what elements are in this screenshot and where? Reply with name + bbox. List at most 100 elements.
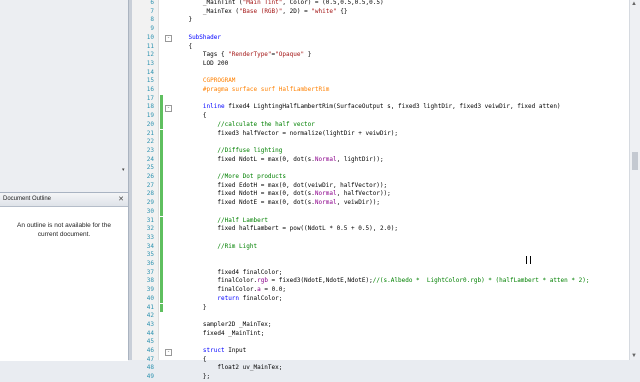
code-line[interactable]: 22 bbox=[132, 138, 630, 147]
document-outline-panel: Document Outline ✕ An outline is not ava… bbox=[0, 192, 128, 361]
fold-toggle-icon[interactable]: - bbox=[165, 348, 172, 356]
code-token: Normal bbox=[314, 190, 337, 198]
change-marker bbox=[160, 155, 163, 165]
code-line[interactable]: 8 } bbox=[132, 16, 630, 25]
change-marker bbox=[160, 277, 163, 287]
fold-toggle-icon[interactable]: - bbox=[165, 104, 172, 112]
code-line[interactable]: 46 - struct Input bbox=[132, 347, 630, 356]
code-token: //Half Lambert bbox=[217, 216, 268, 224]
code-line[interactable]: 30 bbox=[132, 207, 630, 217]
vertical-scrollbar[interactable]: ▲ ▼ bbox=[629, 0, 640, 360]
code-line[interactable]: 36 bbox=[132, 260, 630, 269]
code-token: { bbox=[174, 42, 193, 50]
code-token: , halfVector)); bbox=[336, 190, 391, 198]
code-line[interactable]: 26 //More Dot products bbox=[132, 173, 630, 182]
fold-toggle-icon[interactable]: - bbox=[165, 35, 172, 43]
line-number: 27 bbox=[146, 181, 154, 189]
line-number: 47 bbox=[146, 355, 154, 363]
code-line[interactable]: 10 - SubShader bbox=[132, 34, 630, 43]
scroll-down-icon[interactable]: ▼ bbox=[631, 353, 637, 359]
code-token: inline bbox=[202, 103, 225, 111]
code-line[interactable]: 47 { bbox=[132, 356, 630, 365]
code-line[interactable]: 19 { bbox=[132, 112, 630, 121]
code-line[interactable]: 7 _MainTex ("Base (RGB)", 2D) = "white" … bbox=[132, 8, 630, 17]
code-line[interactable]: 17 bbox=[132, 94, 630, 104]
code-line[interactable]: 15 CGPROGRAM bbox=[132, 77, 630, 86]
code-token: fixed4 finalColor; bbox=[174, 268, 283, 276]
code-text: return finalColor; bbox=[174, 295, 282, 304]
code-line[interactable]: 20 //calculate the half vector bbox=[132, 120, 630, 130]
code-line[interactable]: 34 //Rim Light bbox=[132, 242, 630, 252]
code-token: finalColor; bbox=[239, 294, 283, 302]
line-number: 15 bbox=[146, 77, 154, 85]
code-token: , dot(s. bbox=[286, 199, 315, 207]
code-token: ( bbox=[235, 0, 243, 6]
code-token: Input bbox=[224, 347, 247, 354]
code-line[interactable]: 16 #pragma surface surf HalfLambertRim bbox=[132, 86, 630, 95]
code-line[interactable]: 45 bbox=[132, 338, 630, 347]
code-line[interactable]: 43 sampler2D _MainTex; bbox=[132, 321, 630, 330]
code-text: } bbox=[174, 16, 192, 25]
code-line[interactable]: 39 finalColor.a = 0.0; bbox=[132, 286, 630, 295]
line-number: 18 bbox=[146, 103, 154, 111]
code-text: _MainTint ("Main Tint", Color) = (0.5,0.… bbox=[174, 0, 384, 8]
code-line[interactable]: 48 float2 uv_MainTex; bbox=[132, 364, 630, 373]
scrollbar-thumb[interactable] bbox=[632, 152, 638, 170]
code-line[interactable]: 18 - inline fixed4 LightingHalfLambertRim… bbox=[132, 103, 630, 113]
code-editor[interactable]: 6 _MainTint ("Main Tint", Color) = (0.5,… bbox=[132, 0, 630, 380]
scroll-up-icon[interactable]: ▲ bbox=[631, 1, 637, 7]
code-line[interactable]: 38 finalColor.rgb = fixed3(NdotE,NdotE,N… bbox=[132, 277, 630, 287]
line-number: 10 bbox=[146, 33, 154, 41]
code-line[interactable]: 27 fixed EdotH = max(0, dot(veiwDir, hal… bbox=[132, 181, 630, 191]
code-line[interactable]: 32 fixed halfLambert = pow((NdotL * 0.5 … bbox=[132, 225, 630, 234]
code-text: float2 uv_MainTex; bbox=[174, 364, 282, 373]
code-line[interactable]: 28 fixed NdotH = max(0, dot(s.Normal, ha… bbox=[132, 190, 630, 200]
change-marker bbox=[160, 199, 163, 208]
line-number: 13 bbox=[146, 59, 154, 67]
code-token: } bbox=[174, 16, 193, 24]
code-line[interactable]: 23 //Diffuse lighting bbox=[132, 146, 630, 156]
code-line[interactable]: 44 fixed4 _MainTint; bbox=[132, 330, 630, 339]
panel-collapse-icon[interactable]: ▾ bbox=[122, 168, 127, 173]
code-token: SubShader bbox=[188, 33, 221, 41]
close-icon[interactable]: ✕ bbox=[118, 193, 124, 206]
code-line[interactable]: 37 fixed4 finalColor; bbox=[132, 268, 630, 278]
code-token: { bbox=[174, 355, 207, 363]
code-text-area[interactable]: 6 _MainTint ("Main Tint", Color) = (0.5,… bbox=[132, 0, 630, 380]
line-number: 22 bbox=[146, 138, 154, 146]
code-token: sampler2D _MainTex; bbox=[174, 320, 272, 328]
line-number: 20 bbox=[146, 120, 154, 128]
code-text: fixed3 halfVector = normalize(lightDir +… bbox=[174, 130, 398, 139]
code-line[interactable]: 11 { bbox=[132, 43, 630, 52]
code-line[interactable]: 42 bbox=[132, 312, 630, 321]
code-line[interactable]: 33 bbox=[132, 233, 630, 243]
code-line[interactable]: 21 fixed3 halfVector = normalize(lightDi… bbox=[132, 129, 630, 139]
code-line[interactable]: 40 return finalColor; bbox=[132, 294, 630, 304]
code-token: }; bbox=[174, 373, 211, 381]
line-number: 38 bbox=[146, 277, 154, 285]
code-line[interactable]: 31 //Half Lambert bbox=[132, 216, 630, 226]
code-line[interactable]: 12 Tags { "RenderType"="Opaque" } bbox=[132, 51, 630, 60]
code-line[interactable]: 9 bbox=[132, 25, 630, 34]
code-line[interactable]: 35 bbox=[132, 251, 630, 260]
code-line[interactable]: 13 LOD 200 bbox=[132, 60, 630, 69]
change-marker bbox=[160, 146, 163, 156]
change-marker bbox=[160, 120, 163, 130]
line-number: 11 bbox=[146, 42, 154, 50]
code-line[interactable]: 24 fixed NdotL = max(0, dot(s.Normal, li… bbox=[132, 155, 630, 165]
code-token: } bbox=[174, 303, 207, 311]
code-token: fixed NdotH = max( bbox=[174, 190, 283, 198]
code-token: , lightDir)); bbox=[336, 155, 384, 163]
code-line[interactable]: 6 _MainTint ("Main Tint", Color) = (0.5,… bbox=[132, 0, 630, 8]
change-marker bbox=[160, 138, 163, 147]
code-line[interactable]: 25 bbox=[132, 164, 630, 173]
document-outline-title: Document Outline bbox=[3, 196, 52, 202]
change-marker bbox=[160, 260, 163, 269]
code-line[interactable]: 49 }; bbox=[132, 373, 630, 382]
code-line[interactable]: 29 fixed NdotE = max(0, dot(s.Normal, ve… bbox=[132, 199, 630, 208]
code-line[interactable]: 41 } bbox=[132, 303, 630, 313]
code-line[interactable]: 14 bbox=[132, 69, 630, 78]
